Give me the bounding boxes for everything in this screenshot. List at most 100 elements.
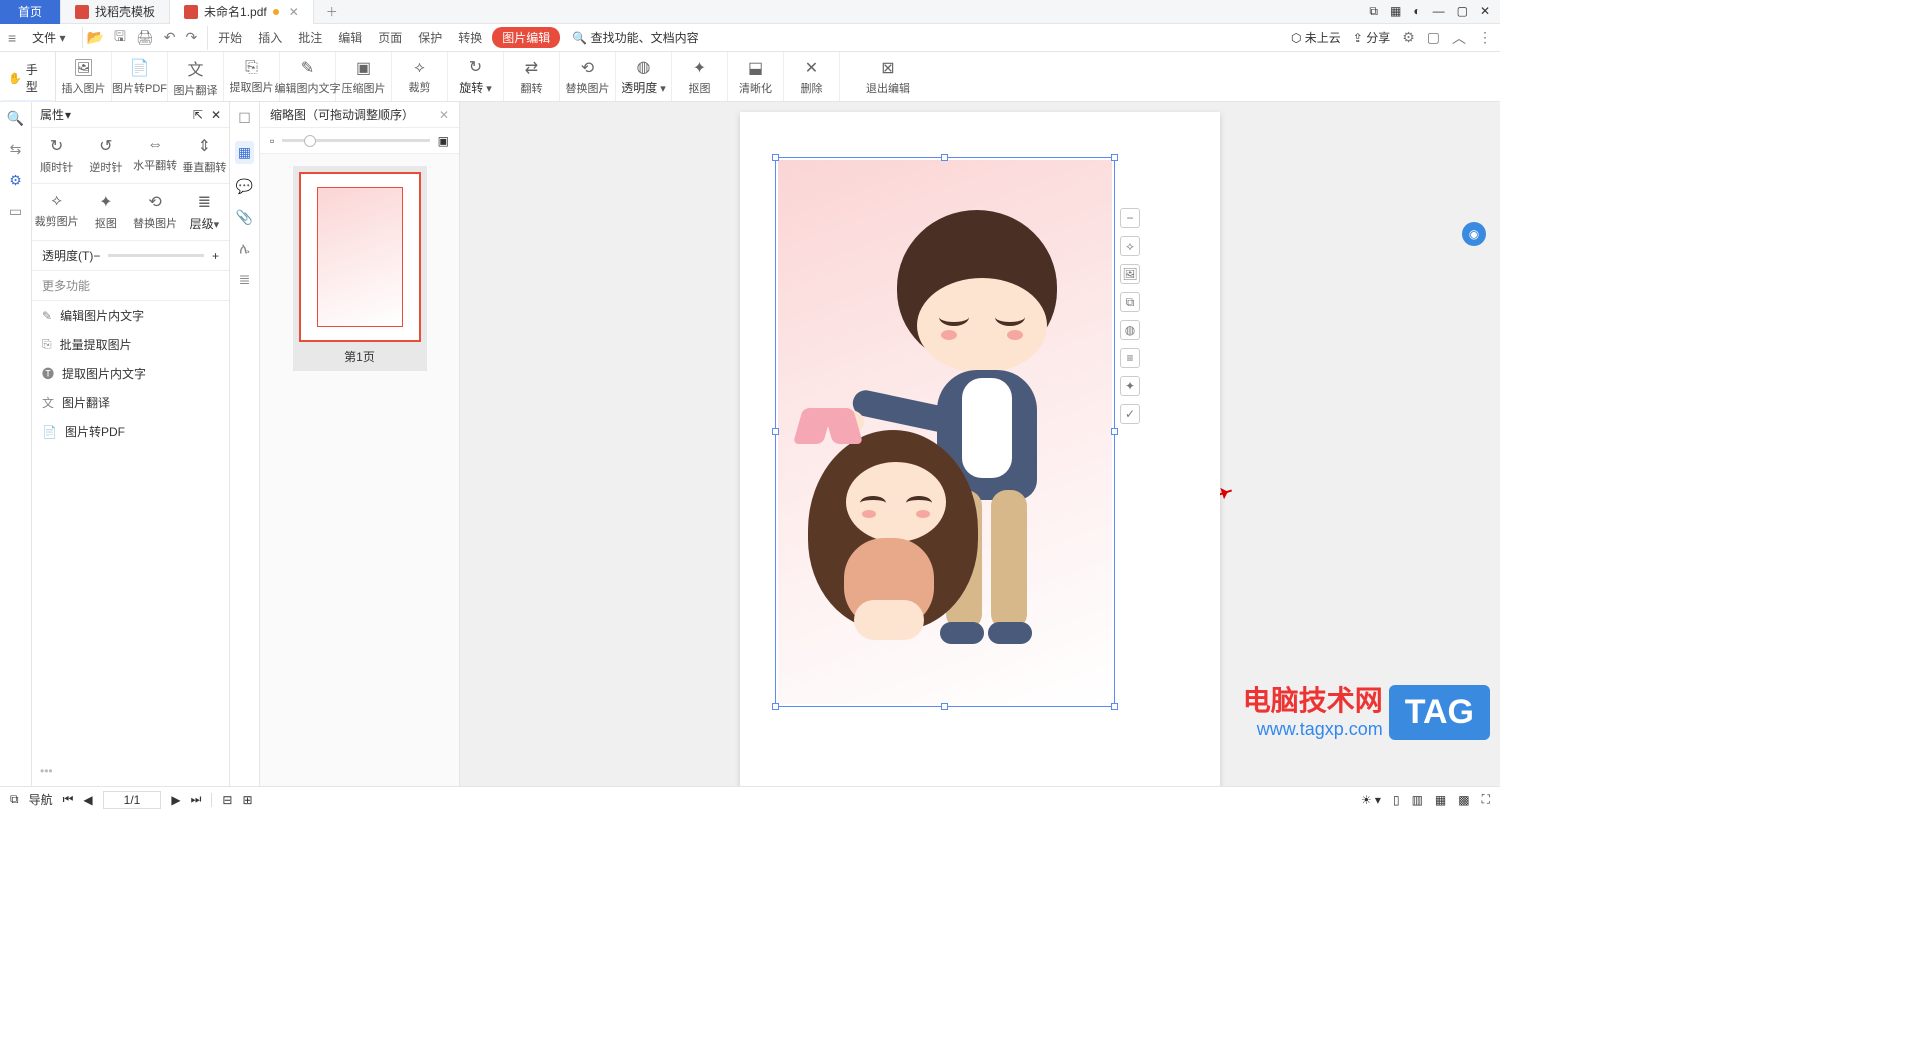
link-extract-text[interactable]: 🅣提取图片内文字 <box>32 359 229 388</box>
bookmark-icon[interactable]: ☐ <box>238 110 251 127</box>
tool-image-to-pdf[interactable]: 📄图片转PDF <box>112 52 168 101</box>
cloud-status[interactable]: ⬡ 未上云 <box>1291 29 1341 46</box>
help-fab[interactable]: ◉ <box>1462 222 1486 246</box>
menu-protect[interactable]: 保护 <box>412 27 448 48</box>
tool-crop[interactable]: ⟡裁剪 <box>392 52 448 101</box>
tool-opacity[interactable]: ◍透明度 ▾ <box>616 52 672 101</box>
opacity-icon[interactable]: ◍ <box>1120 320 1140 340</box>
maximize-icon[interactable]: ▢ <box>1457 4 1468 19</box>
view-cont-icon[interactable]: ▥ <box>1412 793 1423 807</box>
handle-tr[interactable] <box>1111 154 1118 161</box>
handle-tl[interactable] <box>772 154 779 161</box>
tab-home[interactable]: 首页 <box>0 0 61 24</box>
more-icon[interactable]: ⋮ <box>1478 29 1492 46</box>
check-icon[interactable]: ✓ <box>1120 404 1140 424</box>
zoom-out-icon[interactable]: ▫ <box>270 134 274 148</box>
handle-bl[interactable] <box>772 703 779 710</box>
next-page-icon[interactable]: ▶ <box>171 793 180 807</box>
first-page-icon[interactable]: ⏮ <box>63 792 74 807</box>
zoom-fit-icon[interactable]: ▣ <box>438 134 449 148</box>
tool-replace[interactable]: ⟲替换图片 <box>560 52 616 101</box>
menu-convert[interactable]: 转换 <box>452 27 488 48</box>
save-icon[interactable]: 🖫 <box>114 26 126 50</box>
share-button[interactable]: ⇪ 分享 <box>1353 29 1390 46</box>
hand-tool[interactable]: ✋ 手型 <box>2 58 53 98</box>
selection-box[interactable]: − ⟡ 🖼 ⧉ ◍ ≡ ✦ ✓ <box>775 157 1115 707</box>
replace-btn[interactable]: ⟲替换图片 <box>131 184 180 240</box>
handle-ml[interactable] <box>772 428 779 435</box>
grid-icon[interactable]: ▦ <box>1390 4 1401 19</box>
close-panel-icon[interactable]: ✕ <box>211 108 221 122</box>
tool-exit[interactable]: ⊠退出编辑 <box>860 52 916 101</box>
flip-v[interactable]: ⇕垂直翻转 <box>180 128 229 183</box>
tab-templates[interactable]: 找稻壳模板 <box>61 0 170 24</box>
crop-icon[interactable]: ⟡ <box>1120 236 1140 256</box>
menu-start[interactable]: 开始 <box>212 27 248 48</box>
menu-image-edit[interactable]: 图片编辑 <box>492 27 560 48</box>
cutout-btn[interactable]: ✦抠图 <box>81 184 130 240</box>
canvas[interactable]: − ⟡ 🖼 ⧉ ◍ ≡ ✦ ✓ ◉ 电脑技术网www.tagxp.com TAG <box>460 102 1500 786</box>
flip-h[interactable]: ⇔水平翻转 <box>131 128 180 183</box>
view-single-icon[interactable]: ▯ <box>1393 793 1400 807</box>
sparkle-icon[interactable]: ✦ <box>1120 376 1140 396</box>
prev-page-icon[interactable]: ◀ <box>83 793 92 807</box>
print-icon[interactable]: 🖨 <box>136 29 154 46</box>
link-edit-text[interactable]: ✎编辑图片内文字 <box>32 301 229 330</box>
replace-icon[interactable]: ⧉ <box>1120 292 1140 312</box>
layer-btn[interactable]: ≣层级▾ <box>180 184 229 240</box>
tab-document[interactable]: 未命名1.pdf✕ <box>170 0 314 24</box>
menu-insert[interactable]: 插入 <box>252 27 288 48</box>
close-window-icon[interactable]: ✕ <box>1480 4 1490 19</box>
tool-cutout[interactable]: ✦抠图 <box>672 52 728 101</box>
tool-edit-text[interactable]: ✎编辑图内文字 <box>280 52 336 101</box>
fullscreen-icon[interactable]: ⛶ <box>1482 792 1490 807</box>
handle-bm[interactable] <box>941 703 948 710</box>
minus-icon[interactable]: − <box>1120 208 1140 228</box>
opacity-slider[interactable] <box>108 254 204 257</box>
layout-icon[interactable]: ⧉ <box>1369 4 1378 19</box>
attachment-icon[interactable]: 📎 <box>236 209 253 226</box>
selected-image[interactable] <box>778 160 1112 704</box>
layers-icon[interactable]: ≣ <box>239 271 251 288</box>
close-icon[interactable]: ✕ <box>289 5 299 19</box>
more-dots[interactable]: ••• <box>32 756 229 786</box>
opacity-row[interactable]: 透明度(T)−+ <box>32 241 229 271</box>
tool-compress[interactable]: ▣压缩图片 <box>336 52 392 101</box>
tool-flip[interactable]: ⇄翻转 <box>504 52 560 101</box>
undo-icon[interactable]: ↶ <box>164 29 176 46</box>
nav-label[interactable]: 导航 <box>29 791 53 808</box>
thumbnail-icon[interactable]: ▦ <box>235 141 254 164</box>
compare-icon[interactable]: ⇆ <box>10 141 22 158</box>
window-icon[interactable]: ▢ <box>1427 29 1440 46</box>
tool-insert-image[interactable]: 🖼插入图片 <box>56 52 112 101</box>
tool-sharpen[interactable]: ⬓清晰化 <box>728 52 784 101</box>
list-icon[interactable]: ≡ <box>1120 348 1140 368</box>
view-book-icon[interactable]: ▩ <box>1458 793 1469 807</box>
thumb-zoom-slider[interactable] <box>282 139 429 142</box>
close-thumb-icon[interactable]: ✕ <box>439 108 449 122</box>
avatar-icon[interactable]: ◐ <box>1413 4 1420 19</box>
link-batch-extract[interactable]: ⎘批量提取图片 <box>32 330 229 359</box>
crop-img[interactable]: ⟡裁剪图片 <box>32 184 81 240</box>
tool-rotate[interactable]: ↻旋转 ▾ <box>448 52 504 101</box>
page[interactable]: − ⟡ 🖼 ⧉ ◍ ≡ ✦ ✓ <box>740 112 1220 786</box>
search-icon[interactable]: 🔍 <box>7 110 24 127</box>
rotate-ccw[interactable]: ↺逆时针 <box>81 128 130 183</box>
book-icon[interactable]: ▭ <box>9 203 22 220</box>
view-facing-icon[interactable]: ▦ <box>1435 793 1446 807</box>
link-to-pdf[interactable]: 📄图片转PDF <box>32 417 229 446</box>
sidebar-toggle-icon[interactable]: ⧉ <box>10 792 19 807</box>
pin-icon[interactable]: ⇱ <box>193 108 203 122</box>
page-indicator[interactable]: 1/1 <box>103 791 162 809</box>
redo-icon[interactable]: ↷ <box>185 29 197 46</box>
handle-br[interactable] <box>1111 703 1118 710</box>
settings-icon[interactable]: ⚙ <box>1402 29 1415 46</box>
search-input[interactable]: 🔍 查找功能、文档内容 <box>572 29 698 46</box>
zoom-out-icon[interactable]: ⊟ <box>222 793 232 807</box>
tool-extract[interactable]: ⎘提取图片 <box>224 52 280 101</box>
handle-tm[interactable] <box>941 154 948 161</box>
thumb-page-1[interactable]: 第1页 <box>293 166 427 371</box>
comment-icon[interactable]: 💬 <box>236 178 253 195</box>
tool-delete[interactable]: ✕删除 <box>784 52 840 101</box>
menu-annotate[interactable]: 批注 <box>292 27 328 48</box>
